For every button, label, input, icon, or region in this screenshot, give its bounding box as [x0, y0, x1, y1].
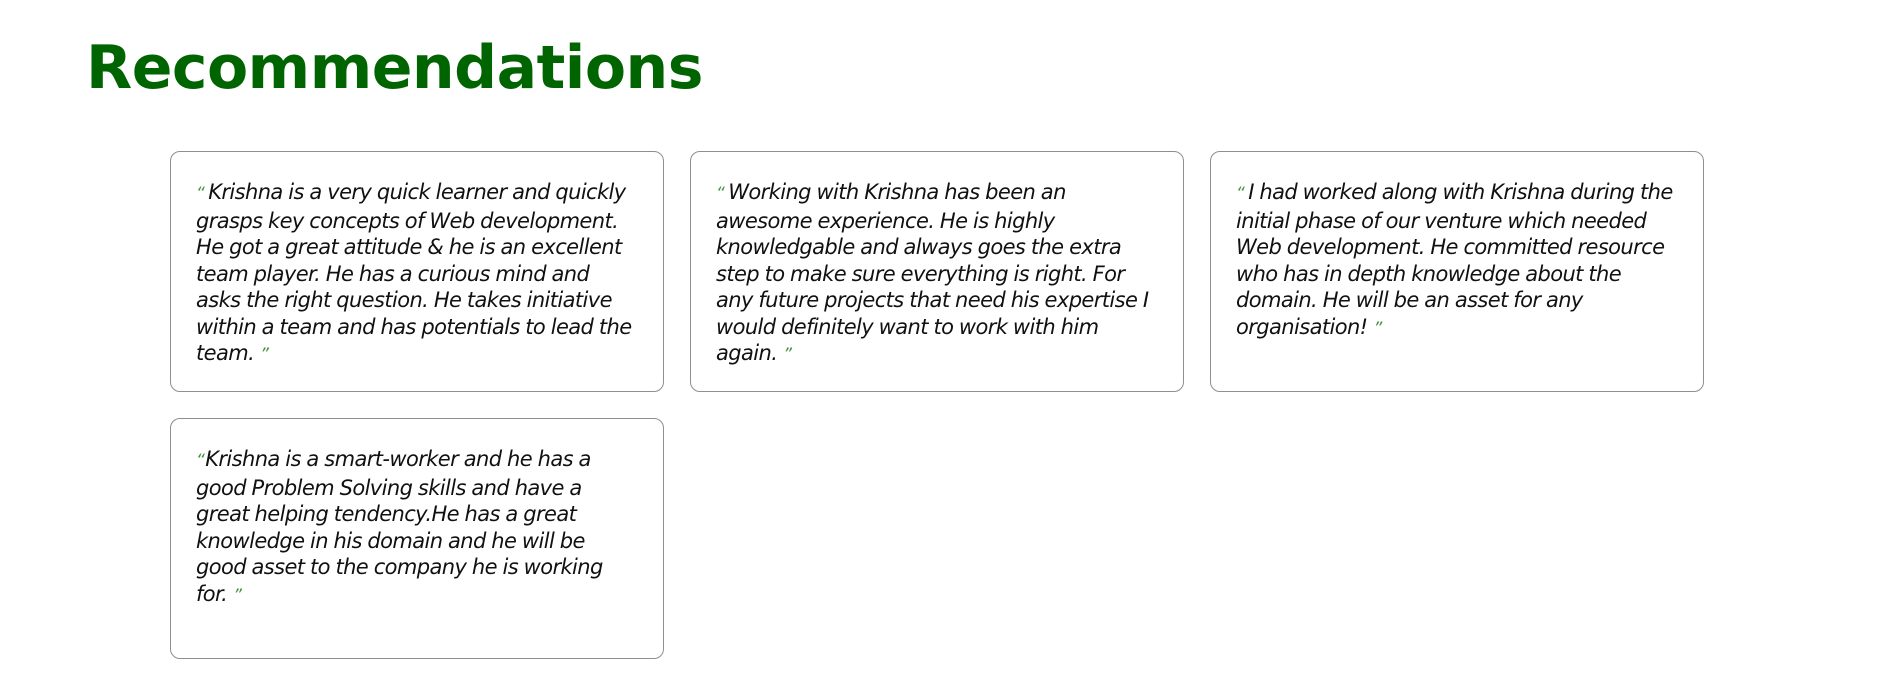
page-title: Recommendations: [86, 33, 703, 103]
recommendations-grid: “Krishna is a very quick learner and qui…: [170, 151, 1710, 659]
recommendation-text-block: “I had worked along with Krishna during …: [1236, 179, 1679, 342]
close-quote-icon: ”: [233, 585, 242, 606]
recommendation-text-block: “Krishna is a very quick learner and qui…: [196, 179, 639, 369]
recommendation-card: “Krishna is a smart-worker and he has a …: [170, 418, 664, 659]
open-quote-icon: “: [196, 451, 205, 471]
recommendation-text: Working with Krishna has been an awesome…: [716, 180, 1149, 365]
close-quote-icon: ”: [1373, 318, 1382, 339]
recommendation-text: Krishna is a smart-worker and he has a g…: [196, 447, 603, 606]
recommendation-card: “I had worked along with Krishna during …: [1210, 151, 1704, 392]
close-quote-icon: ”: [783, 345, 792, 365]
open-quote-icon: “: [196, 184, 205, 204]
close-quote-icon: ”: [260, 345, 269, 365]
recommendation-text-block: “Krishna is a smart-worker and he has a …: [196, 446, 639, 609]
open-quote-icon: “: [716, 184, 725, 204]
recommendation-text-block: “Working with Krishna has been an awesom…: [716, 179, 1159, 369]
open-quote-icon: “: [1236, 184, 1245, 204]
recommendation-card: “Krishna is a very quick learner and qui…: [170, 151, 664, 392]
recommendation-text: Krishna is a very quick learner and quic…: [196, 180, 632, 365]
recommendation-text: I had worked along with Krishna during t…: [1236, 180, 1673, 339]
recommendation-card: “Working with Krishna has been an awesom…: [690, 151, 1184, 392]
